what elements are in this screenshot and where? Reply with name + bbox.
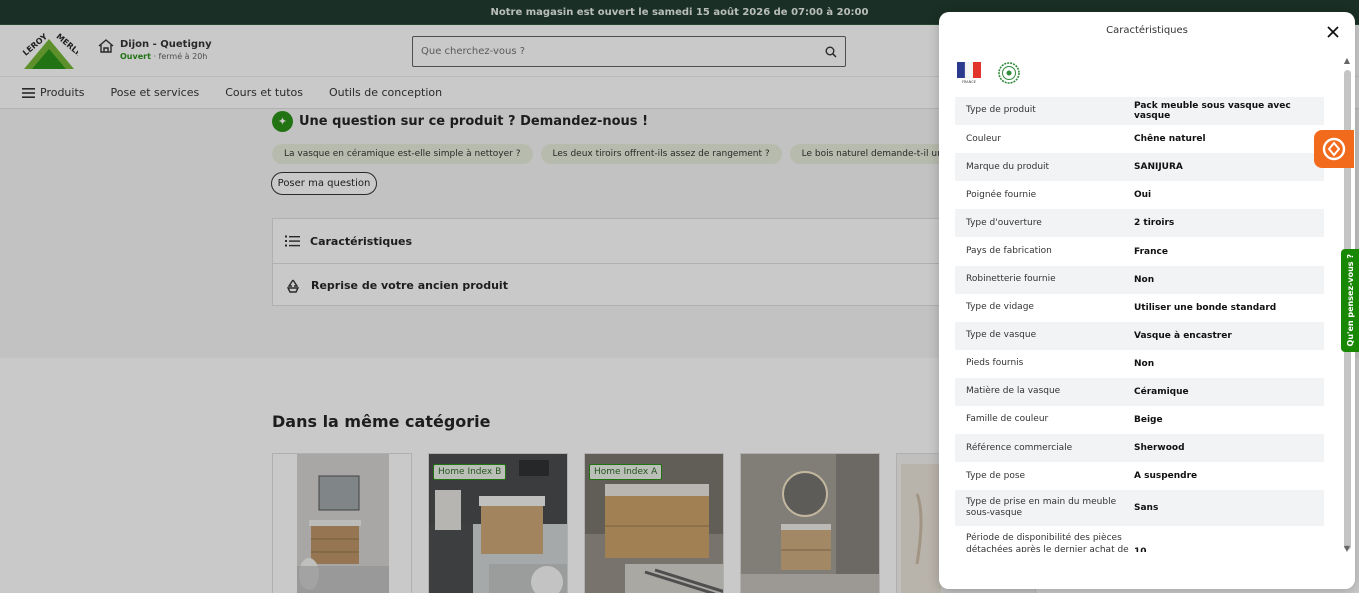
row-value: Non [1134, 358, 1155, 369]
characteristic-row: Période de disponibilité des pièces déta… [955, 526, 1324, 552]
row-value: Non [1134, 274, 1155, 285]
row-label: Pieds fournis [966, 358, 1024, 369]
characteristic-row: Type de pose A suspendre [955, 462, 1324, 490]
row-value: Oui [1134, 190, 1152, 201]
characteristic-row: Famille de couleur Beige [955, 406, 1324, 434]
row-label: Matière de la vasque [966, 386, 1061, 397]
row-label: Type d'ouverture [966, 217, 1042, 228]
scroll-down-arrow-icon[interactable]: ▼ [1342, 544, 1352, 554]
feedback-tab[interactable]: Qu'en pensez-vous ? [1341, 249, 1359, 352]
row-label: Type de vasque [966, 330, 1037, 341]
row-label: Poignée fournie [966, 189, 1037, 200]
scroll-up-arrow-icon[interactable]: ▲ [1342, 56, 1352, 66]
row-label: Famille de couleur [966, 414, 1049, 425]
row-label: Référence commerciale [966, 442, 1073, 453]
row-value: Céramique [1134, 386, 1189, 397]
characteristic-row: Poignée fournie Oui [955, 181, 1324, 209]
row-value: Vasque à encastrer [1134, 330, 1232, 341]
assistant-logo-icon [1322, 137, 1346, 161]
row-value: Chêne naturel [1134, 134, 1206, 145]
row-label: Type de produit [966, 105, 1036, 116]
characteristic-row: Type de vidage Utiliser une bonde standar… [955, 294, 1324, 322]
characteristic-row: Type de vasque Vasque à encastrer [955, 321, 1324, 350]
france-flag-icon: FRANCE [957, 62, 981, 84]
row-value: Sans [1134, 503, 1159, 514]
row-value: Beige [1134, 415, 1163, 426]
characteristic-row: Référence commerciale Sherwood [955, 434, 1324, 463]
characteristic-row: Type de produit Pack meuble sous vasque a… [955, 97, 1324, 126]
characteristic-row: Marque du produit SANIJURA [955, 153, 1324, 182]
row-value: A suspendre [1134, 471, 1198, 482]
warranty-seal-icon [998, 62, 1020, 84]
row-value: Utiliser une bonde standard [1134, 302, 1277, 313]
panel-title: Caractéristiques [1106, 25, 1188, 36]
panel-bottom-fade [939, 558, 1355, 589]
characteristics-table: Type de produit Pack meuble sous vasque a… [955, 97, 1324, 552]
row-value: SANIJURA [1134, 162, 1183, 173]
feedback-label: Qu'en pensez-vous ? [1345, 254, 1355, 347]
characteristics-panel: Caractéristiques FRANCE Type de produit P… [939, 12, 1355, 589]
row-value: 2 tiroirs [1134, 218, 1175, 229]
characteristic-row: Type d'ouverture 2 tiroirs [955, 209, 1324, 238]
characteristic-row: Type de prise en main du meuble sous-vas… [955, 490, 1324, 527]
characteristic-row: Pays de fabrication France [955, 237, 1324, 265]
row-label: Pays de fabrication [966, 245, 1052, 256]
characteristic-row: Pieds fournis Non [955, 350, 1324, 378]
characteristic-row: Matière de la vasque Céramique [955, 377, 1324, 407]
row-label: Robinetterie fournie [966, 273, 1056, 284]
row-value: Pack meuble sous vasque avec vasque [1134, 101, 1291, 122]
flag-label: FRANCE [962, 80, 976, 84]
close-icon[interactable] [1325, 24, 1341, 40]
row-value: 10 [1134, 547, 1147, 553]
row-label: Type de pose [966, 470, 1026, 481]
row-value: France [1134, 246, 1168, 257]
row-label: Période de disponibilité des pièces déta… [966, 533, 1129, 553]
row-label: Couleur [966, 133, 1001, 144]
row-label: Type de vidage [966, 302, 1034, 313]
characteristic-row: Couleur Chêne naturel [955, 125, 1324, 153]
row-value: Sherwood [1134, 443, 1185, 454]
assistant-widget-button[interactable] [1314, 130, 1354, 168]
origin-labels: FRANCE [957, 61, 1021, 85]
row-label: Marque du produit [966, 161, 1050, 172]
row-label: Type de prise en main du meuble sous-vas… [966, 497, 1117, 519]
characteristic-row: Robinetterie fournie Non [955, 265, 1324, 294]
